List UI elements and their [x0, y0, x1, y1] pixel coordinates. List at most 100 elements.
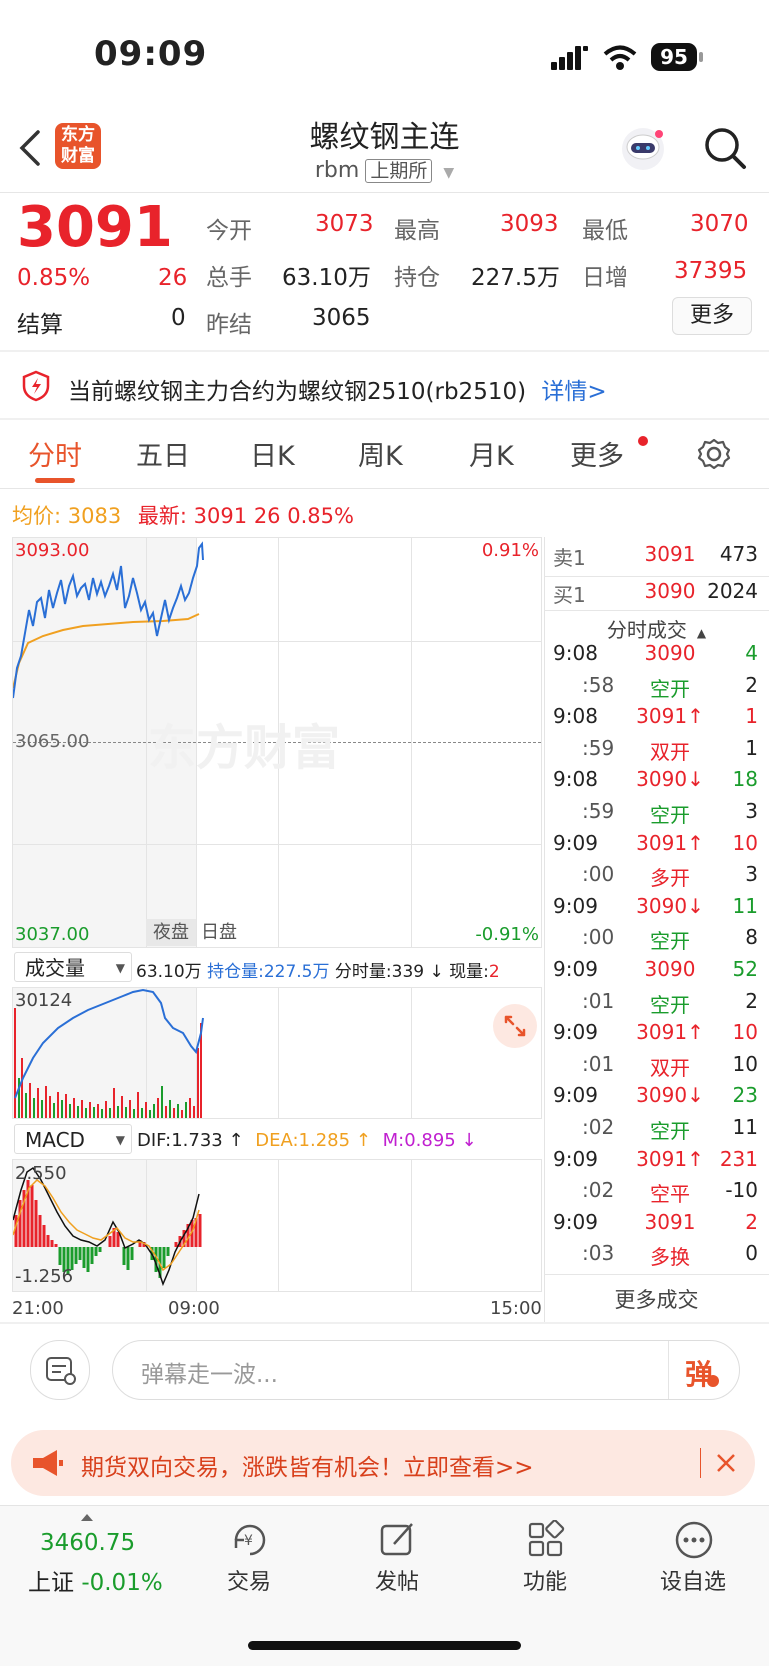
ticks-header-label: 分时成交: [606, 618, 687, 642]
post-edit-icon[interactable]: [378, 1520, 418, 1560]
indicator-selector-macd[interactable]: MACD ▼: [14, 1124, 132, 1154]
send-check-icon: [707, 1375, 719, 1387]
indicator-selector-volume[interactable]: 成交量 ▼: [14, 952, 132, 982]
tab-weekly-k[interactable]: 周K: [358, 434, 403, 473]
tick-volume: 2: [745, 988, 758, 1013]
tick-row: 9:09 3091↑ 10: [548, 1020, 758, 1051]
oi-value: 227.5万: [471, 265, 560, 291]
trade-icon[interactable]: ¥: [228, 1520, 272, 1560]
tick-time: 9:08: [553, 641, 598, 665]
tab-five-day[interactable]: 五日: [136, 434, 190, 473]
macd-m: M:0.895: [382, 1130, 456, 1151]
x-axis-end: 15:00: [490, 1298, 542, 1319]
send-danmu-button[interactable]: 弹: [685, 1353, 713, 1393]
banner-divider: [700, 1448, 701, 1478]
latest-change-pct: 0.85%: [287, 504, 354, 528]
selector-label: 成交量: [25, 956, 85, 980]
high-label: 最高: [394, 218, 440, 244]
tick-time: 9:09: [553, 893, 598, 918]
change-value: 26: [158, 265, 188, 291]
more-quote-button[interactable]: 更多: [672, 297, 752, 335]
tick-volume: 1: [745, 704, 758, 729]
search-icon[interactable]: [703, 126, 747, 170]
comment-list-icon: [46, 1357, 76, 1385]
tab-intraday[interactable]: 分时: [28, 434, 82, 473]
tick-price: 3091↑: [636, 1146, 704, 1171]
signal-icon: [551, 46, 588, 70]
latest-value: 3091: [193, 504, 248, 528]
expand-chart-button[interactable]: [493, 1004, 537, 1048]
daily-inc-label: 日增: [582, 265, 628, 291]
y-axis-bottom: 3037.00: [15, 924, 90, 945]
price-chart[interactable]: 东方财富 3093.00 3065.00 3037.00 0.91% -0.91…: [12, 537, 542, 948]
macd-chart[interactable]: 2.550 -1.256: [12, 1159, 542, 1292]
bid-price: 3090: [644, 579, 696, 603]
volume-axis-max: 30124: [15, 990, 73, 1011]
tick-volume: -10: [725, 1178, 758, 1203]
more-trades-button[interactable]: 更多成交: [544, 1284, 769, 1322]
comment-list-button[interactable]: [30, 1340, 90, 1400]
macd-axis-max: 2.550: [15, 1163, 67, 1184]
close-icon[interactable]: [715, 1452, 737, 1474]
high-value: 3093: [500, 211, 559, 237]
tick-price: 空开: [650, 1119, 690, 1143]
comment-input-box[interactable]: 弹幕走一波... 弹: [112, 1340, 740, 1400]
avg-value: 3083: [67, 504, 122, 528]
last-price: 3091: [17, 195, 173, 260]
tab-trade-label[interactable]: 交易: [199, 1564, 299, 1596]
settings-gear-icon[interactable]: [697, 437, 731, 471]
tick-row: :00 多开 3: [548, 862, 758, 893]
tick-price: 多换: [650, 1245, 690, 1270]
index-value[interactable]: 3460.75: [40, 1530, 135, 1556]
tick-price: 3091: [644, 1209, 696, 1234]
tick-row: 9:09 3091↑ 231: [548, 1147, 758, 1178]
tick-price: 3091↑: [636, 1020, 704, 1045]
robot-assistant-icon[interactable]: [618, 124, 668, 174]
tab-daily-k[interactable]: 日K: [250, 434, 295, 473]
vol-total: 63.10万: [136, 962, 202, 982]
volume-chart[interactable]: 30124: [12, 987, 542, 1119]
tick-time: 9:09: [553, 1020, 598, 1045]
shield-lightning-icon: [22, 370, 50, 402]
low-label: 最低: [582, 218, 628, 244]
tick-price: 空开: [650, 992, 690, 1017]
x-axis-start: 21:00: [12, 1298, 64, 1319]
tab-more[interactable]: 更多: [570, 434, 624, 473]
macd-axis-min: -1.256: [15, 1266, 74, 1287]
tick-volume: 4: [745, 641, 758, 665]
notice-details-link[interactable]: 详情>: [541, 379, 606, 405]
tick-row: 9:08 3091↑ 1: [548, 704, 758, 735]
volume-value: 63.10万: [282, 265, 371, 291]
tick-row: 9:09 3090↓ 11: [548, 894, 758, 925]
active-tab-indicator: [35, 478, 75, 483]
tick-price: 双开: [650, 1055, 690, 1080]
tick-row: 9:09 3090↓ 23: [548, 1083, 758, 1114]
index-summary[interactable]: 上证 -0.01%: [28, 1563, 163, 1597]
bid-label: 买1: [553, 583, 586, 607]
battery-tip: [699, 52, 703, 62]
vol-period-arrow: ↓: [429, 962, 444, 982]
tick-price: 空开: [650, 803, 690, 827]
tick-price: 3090: [644, 957, 696, 981]
tick-row: :00 空开 8: [548, 925, 758, 956]
tick-volume: 3: [745, 862, 758, 887]
tick-price: 双开: [650, 739, 690, 764]
tab-watchlist-label[interactable]: 设自选: [643, 1564, 743, 1596]
tab-monthly-k[interactable]: 月K: [469, 434, 514, 473]
tab-function-label[interactable]: 功能: [495, 1564, 595, 1596]
contract-code: rbm: [314, 158, 360, 183]
function-grid-icon[interactable]: [526, 1520, 566, 1560]
tick-row: 9:08 3090↓ 18: [548, 767, 758, 798]
more-dots-icon[interactable]: [674, 1520, 714, 1560]
tab-post-label[interactable]: 发帖: [347, 1564, 447, 1596]
ask-price: 3091: [644, 542, 696, 566]
index-expand-icon[interactable]: [81, 1514, 93, 1521]
tick-row: :01 双开 10: [548, 1052, 758, 1083]
tick-row: :58 空开 2: [548, 673, 758, 704]
tick-row: :59 双开 1: [548, 736, 758, 767]
ask-row: 卖1 3091 473: [548, 542, 758, 573]
macd-dif: DIF:1.733: [137, 1130, 223, 1151]
bid-volume: 2024: [707, 579, 758, 603]
ticks-header[interactable]: 分时成交 ▲: [544, 614, 769, 643]
promo-banner[interactable]: 期货双向交易，涨跌皆有机会！立即查看>>: [11, 1430, 755, 1496]
